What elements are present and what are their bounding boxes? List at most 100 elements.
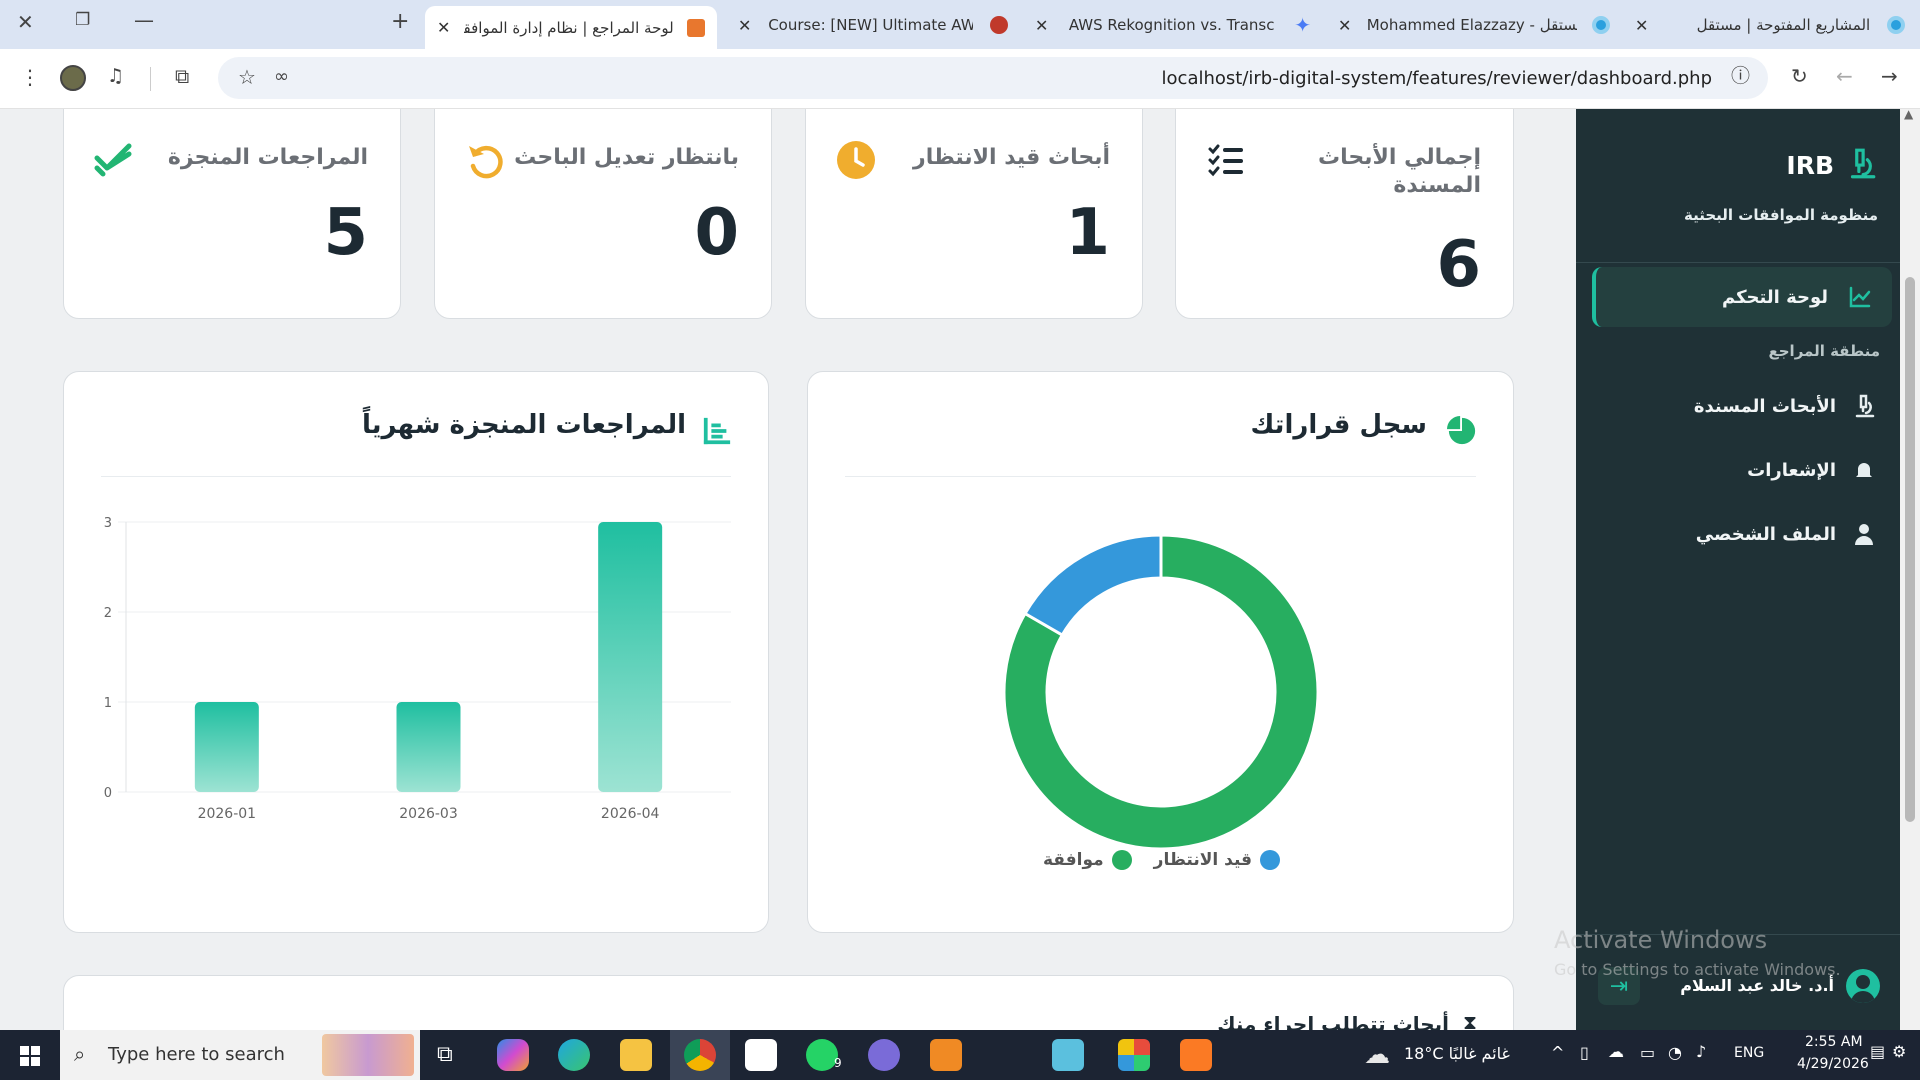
chrome-icon[interactable] [684, 1039, 716, 1071]
stat-card-completed: المراجعات المنجزة 5 [63, 109, 401, 319]
stat-card-value: 0 [694, 196, 739, 270]
xampp-favicon-icon [687, 18, 705, 37]
file-explorer-icon[interactable] [620, 1039, 652, 1071]
tray-volume-icon[interactable]: ♪ [1696, 1042, 1706, 1061]
scroll-up-arrow-icon[interactable]: ▲ [1904, 109, 1913, 121]
close-tab-icon[interactable]: ✕ [437, 18, 450, 37]
bar-2026-01[interactable] [194, 702, 259, 792]
tab-reviewer-dashboard[interactable]: ✕ لوحة المراجع | نظام إدارة الموافقات [425, 6, 717, 49]
tray-chevron-icon[interactable]: ^ [1551, 1043, 1564, 1062]
y-tick-label: 0 [104, 786, 112, 801]
scrollbar-thumb[interactable] [1905, 277, 1915, 822]
close-tab-icon[interactable]: ✕ [738, 16, 751, 35]
reload-icon[interactable]: ↻ [1791, 66, 1808, 86]
close-tab-icon[interactable]: ✕ [1035, 16, 1048, 35]
restore-window-icon[interactable]: ❐ [75, 12, 90, 29]
close-window-icon[interactable]: ✕ [17, 12, 34, 32]
tray-battery-icon[interactable]: ▭ [1640, 1043, 1655, 1062]
bookmark-star-icon[interactable]: ☆ [238, 67, 256, 87]
tray-onedrive-icon[interactable]: ☁ [1608, 1042, 1624, 1061]
copilot-icon[interactable] [497, 1039, 529, 1071]
action-required-panel: أبحاث تتطلب إجراء منك ⧗ [63, 975, 1514, 1030]
menu-kebab-icon[interactable]: ⋮ [20, 67, 40, 87]
app-icon-circles[interactable] [868, 1039, 900, 1071]
forward-arrow-icon[interactable]: → [1881, 66, 1898, 86]
app-icon-cube[interactable] [1052, 1039, 1084, 1071]
user-avatar [1846, 969, 1880, 1003]
store-icon[interactable] [745, 1039, 777, 1071]
chart-legend: قيد الانتظار موافقة [808, 850, 1515, 870]
page-scrollbar[interactable]: ▲ [1900, 109, 1920, 1030]
dashboard-page: إجمالي الأبحاث المسندة 6 أبحاث قيد الانت… [0, 109, 1920, 1030]
site-info-icon[interactable]: ⓘ [1731, 67, 1750, 86]
settings-gear-icon[interactable]: ⚙ [1892, 1042, 1906, 1061]
app-icon-sublime[interactable] [930, 1039, 962, 1071]
activate-windows-subtitle: Go to Settings to activate Windows. [1554, 960, 1841, 979]
sidebar-item-notifications[interactable]: الإشعارات [1576, 440, 1900, 500]
legend-label: قيد الانتظار [1153, 850, 1253, 870]
media-controls-icon[interactable]: ♫ [107, 67, 124, 86]
new-tab-icon[interactable]: + [391, 11, 409, 33]
sidebar-item-dashboard[interactable]: لوحة التحكم [1592, 267, 1892, 327]
extensions-puzzle-icon[interactable]: ⧉ [175, 66, 189, 86]
sidebar-top-divider [1576, 262, 1900, 263]
sidebar-item-assigned-research[interactable]: الأبحاث المسندة [1576, 376, 1900, 436]
monthly-bar-chart: 0 1 2 3 2026-01 2026-03 2026-04 [104, 516, 731, 822]
toolbar-divider [150, 67, 151, 91]
chart-line-icon [1849, 286, 1871, 308]
language-indicator[interactable]: ENG [1734, 1045, 1764, 1061]
edge-browser-icon[interactable] [558, 1039, 590, 1071]
sidebar: IRB منظومة الموافقات البحثية لوحة التحكم… [1576, 109, 1900, 1030]
task-view-icon[interactable]: ⧉ [437, 1042, 453, 1067]
tab-mostaql-profile[interactable]: ✕ Mohammed Elazzazy - مستقل [1328, 9, 1620, 41]
reading-glasses-icon[interactable]: ∞ [274, 68, 289, 86]
omnibox[interactable]: ☆ ∞ localhost/irb-digital-system/feature… [218, 57, 1768, 99]
tab-aws-course[interactable]: ✕ Course: [NEW] Ultimate AWS Ce [728, 9, 1018, 41]
windows-start-icon[interactable] [20, 1046, 40, 1066]
stat-card-value: 5 [323, 196, 368, 270]
tray-wifi-icon[interactable]: ◔ [1668, 1043, 1682, 1062]
notification-center-icon[interactable]: ▤ [1870, 1042, 1885, 1061]
microscope-icon [1855, 394, 1875, 418]
profile-avatar[interactable] [60, 65, 86, 91]
bar-2026-04[interactable] [598, 522, 663, 792]
undo-icon [469, 145, 503, 179]
minimize-window-icon[interactable]: — [134, 10, 154, 30]
back-arrow-icon[interactable]: ← [1836, 66, 1853, 86]
clock-time[interactable]: 2:55 AM [1805, 1034, 1863, 1050]
tab-title: المشاريع المفتوحة | مستقل [1696, 16, 1871, 34]
doughnut-slice-1[interactable] [1022, 533, 1163, 638]
url-text[interactable]: localhost/irb-digital-system/features/re… [1162, 68, 1712, 89]
search-placeholder: Type here to search [108, 1044, 285, 1065]
legend-item: قيد الانتظار [1153, 850, 1281, 870]
gemini-favicon-icon: ✦ [1294, 13, 1311, 37]
y-tick-label: 2 [104, 606, 112, 621]
list-check-icon [1208, 144, 1243, 177]
clock-date[interactable]: 4/29/2026 [1797, 1056, 1869, 1072]
taskbar-search-box[interactable]: ⌕ Type here to search [60, 1030, 420, 1080]
close-tab-icon[interactable]: ✕ [1635, 16, 1648, 35]
search-highlight-image [322, 1034, 414, 1076]
app-icon-tiles[interactable] [1118, 1039, 1150, 1071]
stat-card-title: المراجعات المنجزة [167, 145, 368, 170]
stat-card-title: بانتظار تعديل الباحث [514, 145, 739, 170]
stat-card-value: 6 [1436, 228, 1481, 302]
stat-card-title: إجمالي الأبحاث المسندة [1318, 145, 1481, 198]
panel-title: أبحاث تتطلب إجراء منك [1217, 1012, 1449, 1030]
tab-mostaql-projects[interactable]: ✕ المشاريع المفتوحة | مستقل [1625, 9, 1915, 41]
bar-2026-03[interactable] [396, 702, 461, 792]
sidebar-item-label: الملف الشخصي [1695, 523, 1836, 545]
weather-text[interactable]: 18°C غائم غالبًا [1404, 1044, 1510, 1063]
xampp-icon[interactable] [1180, 1039, 1212, 1071]
bell-icon [1856, 463, 1872, 479]
tray-device-icon[interactable]: ▯ [1580, 1043, 1589, 1062]
decisions-doughnut-chart [1002, 533, 1320, 851]
sidebar-item-profile[interactable]: الملف الشخصي [1576, 504, 1900, 564]
legend-label: موافقة [1042, 850, 1104, 870]
stat-card-pending: أبحاث قيد الانتظار 1 [805, 109, 1143, 319]
legend-swatch-approved [1111, 850, 1132, 870]
activate-windows-title: Activate Windows [1554, 926, 1768, 954]
brand-logo: IRB [1786, 151, 1834, 180]
tab-aws-rekognition[interactable]: ✕ AWS Rekognition vs. Transcribe ✦ [1025, 9, 1321, 41]
close-tab-icon[interactable]: ✕ [1338, 16, 1351, 35]
